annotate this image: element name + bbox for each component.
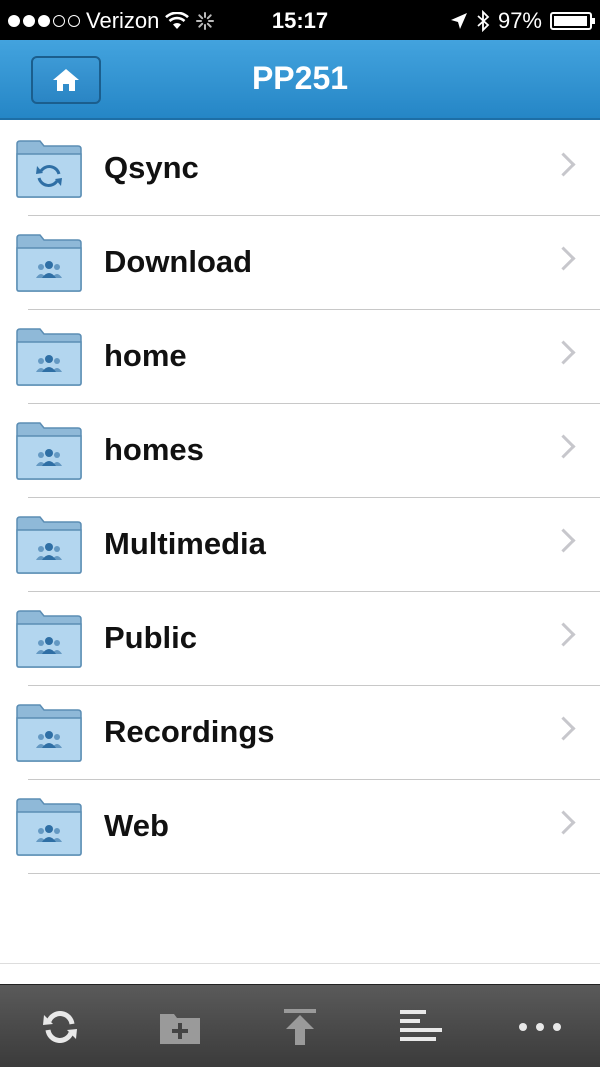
chevron-right-icon bbox=[551, 340, 576, 365]
chevron-right-icon bbox=[551, 528, 576, 553]
new-folder-icon bbox=[160, 1013, 200, 1044]
new-folder-button[interactable] bbox=[120, 985, 240, 1068]
shared-folder-icon bbox=[16, 234, 82, 292]
chevron-right-icon bbox=[551, 810, 576, 835]
chevron-right-icon bbox=[551, 434, 576, 459]
battery-percentage: 97% bbox=[497, 8, 542, 33]
folder-row-home[interactable]: home bbox=[0, 310, 600, 404]
shared-folder-icon bbox=[16, 516, 82, 574]
folder-row-download[interactable]: Download bbox=[0, 216, 600, 310]
page-title: PP251 bbox=[251, 60, 349, 96]
shared-folder-icon bbox=[16, 610, 82, 668]
bluetooth-icon bbox=[477, 10, 490, 32]
shared-folder-icon bbox=[16, 328, 82, 386]
shared-folder-icon bbox=[16, 422, 82, 480]
folder-label: Qsync bbox=[104, 150, 199, 185]
shared-folder-icon bbox=[16, 798, 82, 856]
battery-icon bbox=[550, 12, 595, 30]
folder-row-recordings[interactable]: Recordings bbox=[0, 686, 600, 780]
folder-label: homes bbox=[104, 432, 204, 467]
more-icon bbox=[519, 1022, 561, 1031]
chevron-right-icon bbox=[551, 246, 576, 271]
sync-folder-icon bbox=[16, 140, 82, 198]
more-button[interactable] bbox=[480, 985, 600, 1068]
upload-button[interactable] bbox=[240, 985, 360, 1068]
folder-list: Qsync Download home homes Multimedia Public Re… bbox=[0, 122, 600, 874]
bottom-toolbar bbox=[0, 984, 600, 1067]
folder-label: Recordings bbox=[104, 714, 275, 749]
folder-row-qsync[interactable]: Qsync bbox=[0, 122, 600, 216]
folder-label: Web bbox=[104, 808, 169, 843]
folder-label: Public bbox=[104, 620, 198, 655]
status-right: 97% bbox=[450, 8, 595, 34]
refresh-icon bbox=[43, 1010, 77, 1043]
folder-label: Download bbox=[104, 244, 253, 279]
chevron-right-icon bbox=[551, 622, 576, 647]
navigation-bar: PP251 bbox=[0, 40, 600, 120]
sort-icon bbox=[400, 1009, 442, 1041]
location-arrow-icon bbox=[450, 13, 467, 29]
toolbar-divider bbox=[0, 963, 600, 964]
folder-row-public[interactable]: Public bbox=[0, 592, 600, 686]
folder-row-web[interactable]: Web bbox=[0, 780, 600, 874]
row-divider bbox=[28, 873, 600, 874]
chevron-right-icon bbox=[551, 152, 576, 177]
sort-button[interactable] bbox=[360, 985, 480, 1068]
battery-fill bbox=[554, 16, 587, 26]
upload-icon bbox=[284, 1008, 316, 1045]
folder-label: Multimedia bbox=[104, 526, 266, 561]
folder-row-multimedia[interactable]: Multimedia bbox=[0, 498, 600, 592]
refresh-button[interactable] bbox=[0, 985, 120, 1068]
folder-row-homes[interactable]: homes bbox=[0, 404, 600, 498]
shared-folder-icon bbox=[16, 704, 82, 762]
chevron-right-icon bbox=[551, 716, 576, 741]
folder-label: home bbox=[104, 338, 187, 373]
status-bar: Verizon 15:17 97% bbox=[0, 0, 600, 40]
